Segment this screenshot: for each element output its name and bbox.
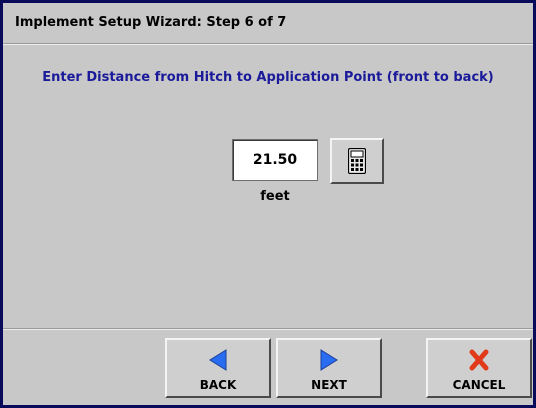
- unit-label: feet: [260, 189, 290, 204]
- back-label: BACK: [199, 378, 237, 392]
- instruction-text: Enter Distance from Hitch to Application…: [42, 70, 494, 85]
- page-title: Implement Setup Wizard: Step 6 of 7: [15, 15, 287, 30]
- title-bar: Implement Setup Wizard: Step 6 of 7: [3, 3, 533, 44]
- back-button[interactable]: BACK: [165, 338, 271, 398]
- red-x-icon: [428, 348, 530, 374]
- distance-input[interactable]: 21.50: [232, 139, 318, 181]
- left-arrow-icon: [167, 348, 269, 374]
- cancel-label: CANCEL: [452, 378, 506, 392]
- footer-divider: [3, 328, 533, 330]
- cancel-button[interactable]: CANCEL: [426, 338, 532, 398]
- next-button[interactable]: NEXT: [276, 338, 382, 398]
- wizard-window: Implement Setup Wizard: Step 6 of 7 Ente…: [0, 0, 536, 408]
- calculator-icon: [348, 148, 366, 174]
- right-arrow-icon: [278, 348, 380, 374]
- next-label: NEXT: [311, 378, 347, 392]
- calculator-button[interactable]: [330, 138, 384, 184]
